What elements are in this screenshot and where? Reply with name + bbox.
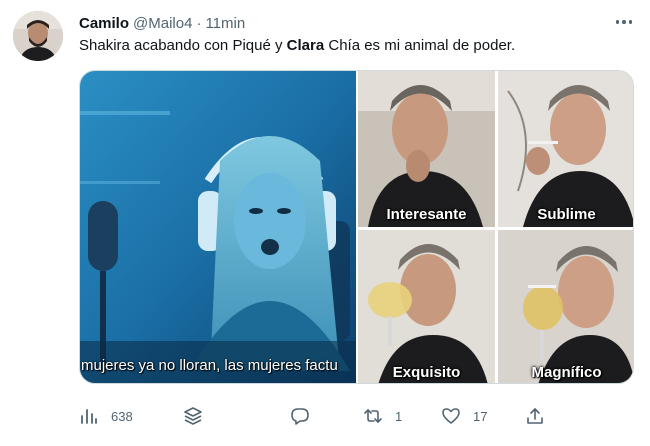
more-options-icon[interactable] [612,12,636,32]
meme-label-1: Interesante [386,206,467,223]
tweet-header: Camilo @Mailo4 · 11min [79,12,245,34]
separator-dot: · [196,14,202,32]
meme-panel-magnifico: Magnífico [498,230,633,383]
meme-label-4: Magnífico [531,364,602,381]
views-button[interactable]: 638 [79,404,133,428]
analytics-icon [79,406,99,426]
meme-grid-image[interactable]: Interesante Sublime Exquisito Magnífico [358,71,633,383]
retweet-button[interactable]: 1 [363,404,402,428]
share-icon [525,406,545,426]
heart-icon [441,406,461,426]
stack-button[interactable] [183,404,203,428]
tweet-text: Shakira acabando con Piqué y Clara Chía … [79,36,515,56]
share-button[interactable] [525,404,545,428]
views-count: 638 [111,408,133,424]
meme-label-3: Exquisito [392,364,461,381]
video-caption: mujeres ya no lloran, las mujeres factu [81,357,338,374]
meme-panel-interesante: Interesante [358,71,495,227]
like-count: 17 [473,408,488,424]
stack-icon [183,406,203,426]
retweet-icon [363,406,383,426]
avatar[interactable] [13,11,63,61]
author-name[interactable]: Camilo [79,15,129,32]
tweet-card[interactable]: Camilo @Mailo4 · 11min Shakira acabando … [0,0,650,446]
meme-panel-sublime: Sublime [498,71,633,227]
reply-button[interactable] [290,404,310,428]
meme-label-2: Sublime [537,206,596,223]
tweet-actions: 638 1 17 [79,404,559,428]
tweet-text-start: Shakira acabando con Piqué y [79,37,287,54]
meme-panel-exquisito: Exquisito [358,230,495,383]
retweet-count: 1 [395,408,403,424]
video-still-image[interactable]: mujeres ya no lloran, las mujeres factu [80,71,356,383]
tweet-text-bold: Clara [286,37,325,54]
reply-icon [290,406,310,426]
author-handle[interactable]: @Mailo4 [133,15,192,32]
like-button[interactable]: 17 [441,404,487,428]
tweet-timestamp[interactable]: 11min [205,15,245,32]
media-container[interactable]: mujeres ya no lloran, las mujeres factu … [79,70,634,384]
tweet-text-end: Chía es mi animal de poder. [324,37,516,54]
